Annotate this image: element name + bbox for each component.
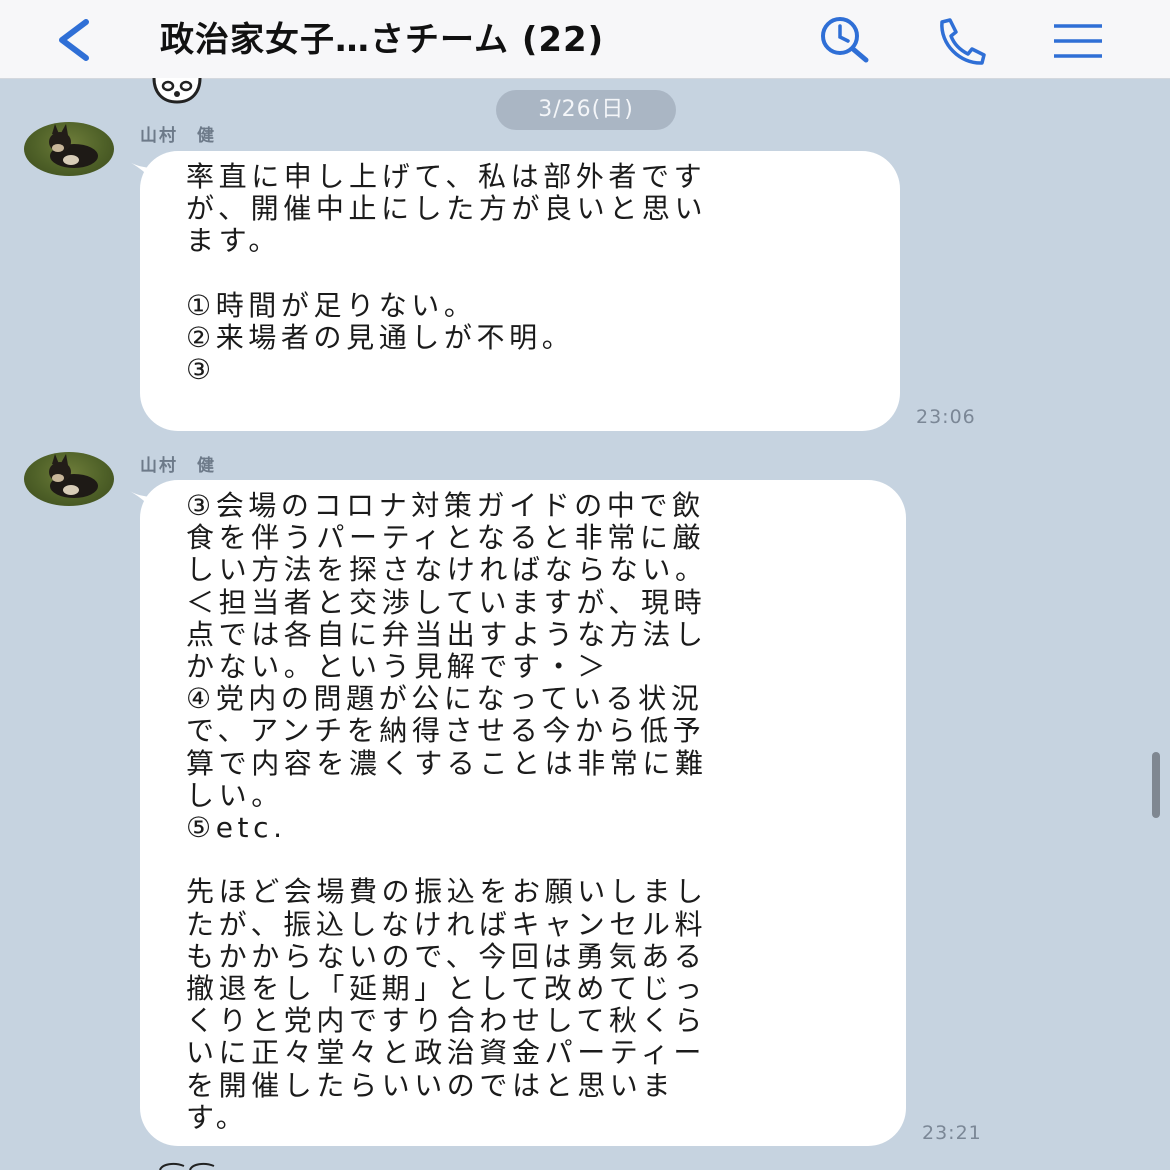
message-timestamp: 23:21 — [922, 1122, 982, 1144]
call-button[interactable] — [930, 14, 990, 66]
hamburger-menu-icon — [1054, 24, 1102, 58]
message-timestamp: 23:06 — [916, 406, 976, 428]
dog-avatar-icon — [49, 124, 98, 168]
scrollbar[interactable] — [1152, 752, 1160, 818]
menu-button[interactable] — [1050, 14, 1110, 66]
message-bubble[interactable]: 率直に申し上げて、私は部外者です が、開催中止にした方が良いと思い ます。 ①時… — [128, 151, 900, 431]
search-clock-icon — [821, 17, 869, 63]
phone-icon — [940, 18, 986, 65]
sender-name: 山村 健 — [140, 456, 216, 476]
chat-title: 政治家女子…さチーム (22) — [160, 20, 605, 60]
bubble-tail — [128, 161, 164, 195]
message-text: 率直に申し上げて、私は部外者です が、開催中止にした方が良いと思い ます。 ①時… — [186, 160, 708, 387]
dog-avatar-icon — [49, 454, 98, 498]
search-button[interactable] — [814, 14, 874, 66]
sender-name: 山村 健 — [140, 126, 216, 146]
back-button[interactable] — [52, 16, 100, 64]
message-text: ③会場のコロナ対策ガイドの中で飲 食を伴うパーティとなると非常に厳 しい方法を探… — [186, 489, 708, 1134]
bubble-tail — [128, 490, 164, 524]
chevron-left-icon — [59, 19, 89, 61]
sender-avatar[interactable] — [24, 122, 114, 176]
date-separator: 3/26(日) — [496, 90, 676, 130]
sticker-image — [150, 78, 204, 104]
sender-avatar[interactable] — [24, 452, 114, 506]
message-bubble[interactable]: ③会場のコロナ対策ガイドの中で飲 食を伴うパーティとなると非常に厳 しい方法を探… — [128, 480, 906, 1146]
chat-area[interactable]: 3/26(日) 山村 健 率直に申し上げて、私は部外者です が、開催中止にした方… — [0, 78, 1170, 1170]
next-message-peek — [159, 1162, 215, 1170]
chat-header: 政治家女子…さチーム (22) — [0, 0, 1170, 79]
